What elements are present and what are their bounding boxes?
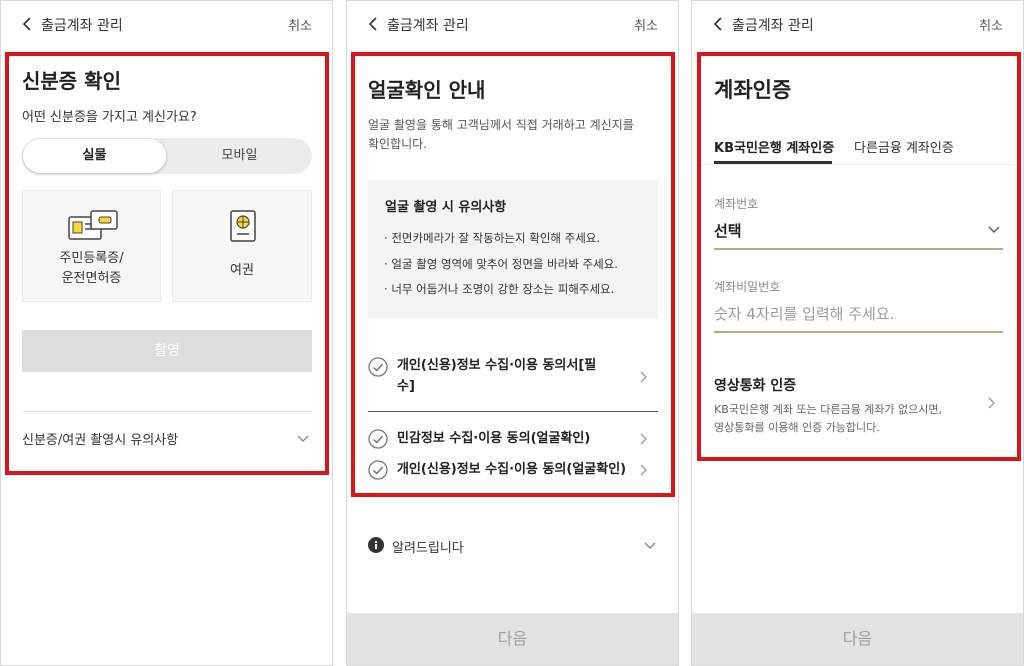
- agreement-row[interactable]: 개인(신용)정보 수집·이용 동의서[필 수]: [368, 356, 658, 401]
- tab-kb-account[interactable]: KB국민은행 계좌인증: [714, 137, 834, 156]
- tab-other-account[interactable]: 다른금융 계좌인증: [854, 137, 954, 156]
- account-number-select[interactable]: 선택: [714, 220, 742, 241]
- notice-item: · 얼굴 촬영 영역에 맞추어 정면을 바라봐 주세요.: [384, 257, 618, 271]
- panel-account-auth: 출금계좌 관리 취소 계좌인증 KB국민은행 계좌인증 다른금융 계좌인증 계좌…: [691, 0, 1024, 666]
- info-row-label[interactable]: 알려드립니다: [392, 537, 464, 556]
- top-bar-title: 출금계좌 관리: [387, 18, 469, 34]
- face-desc-line-2: 확인합니다.: [368, 137, 428, 151]
- page-title: 신분증 확인: [22, 69, 121, 93]
- account-number-label: 계좌번호: [714, 197, 759, 211]
- segment-physical[interactable]: 실물: [23, 139, 166, 173]
- back-arrow-icon[interactable]: [367, 17, 379, 31]
- top-bar-title: 출금계좌 관리: [732, 18, 814, 34]
- agreement-label: 민감정보 수집·이용 동의(얼굴확인): [397, 431, 591, 446]
- account-number-underline: [714, 248, 1003, 250]
- next-button[interactable]: 다음: [347, 613, 678, 665]
- info-icon: [368, 537, 384, 553]
- top-bar: 출금계좌 관리 취소: [692, 1, 1023, 47]
- top-bar: 출금계좌 관리 취소: [347, 1, 678, 47]
- agreement-row[interactable]: 민감정보 수집·이용 동의(얼굴확인): [368, 429, 658, 449]
- id-card-label-1: 주민등록증/: [59, 251, 124, 266]
- check-circle-icon[interactable]: [368, 460, 388, 480]
- id-card-option[interactable]: 주민등록증/ 운전면허증: [22, 190, 161, 302]
- agreement-label: 개인(신용)정보 수집·이용 동의서[필: [397, 358, 597, 373]
- agreement-label-cont: 수]: [397, 379, 415, 394]
- highlight-frame: [697, 52, 1021, 461]
- passport-label: 여권: [230, 263, 254, 278]
- passport-option[interactable]: 여권: [172, 190, 312, 302]
- check-circle-icon[interactable]: [368, 357, 388, 377]
- agreement-label: 개인(신용)정보 수집·이용 동의(얼굴확인): [397, 462, 627, 477]
- check-circle-icon[interactable]: [368, 429, 388, 449]
- notice-item: · 너무 어둡거나 조명이 강한 장소는 피해주세요.: [384, 282, 615, 296]
- cancel-button[interactable]: 취소: [288, 15, 312, 34]
- account-password-underline: [714, 331, 1003, 333]
- chevron-down-icon[interactable]: [297, 435, 309, 443]
- agreement-row[interactable]: 개인(신용)정보 수집·이용 동의(얼굴확인): [368, 460, 658, 480]
- panel-face-check: 출금계좌 관리 취소 얼굴확인 안내 얼굴 촬영을 통해 고객님께서 직접 거래…: [346, 0, 679, 666]
- video-call-title[interactable]: 영상통화 인증: [714, 375, 796, 395]
- segment-mobile[interactable]: 모바일: [167, 138, 312, 174]
- chevron-down-icon[interactable]: [644, 542, 656, 550]
- chevron-right-icon[interactable]: [640, 464, 648, 476]
- divider: [368, 411, 658, 412]
- video-call-desc-1: KB국민은행 계좌 또는 다른금융 계좌가 없으시면,: [714, 403, 943, 416]
- id-card-label-2: 운전면허증: [61, 271, 122, 286]
- top-bar: 출금계좌 관리 취소: [1, 1, 332, 47]
- id-type-segment: 실물 모바일: [22, 138, 312, 174]
- back-arrow-icon[interactable]: [21, 17, 33, 31]
- page-title: 얼굴확인 안내: [368, 78, 486, 102]
- next-button[interactable]: 다음: [692, 613, 1023, 665]
- notice-title: 얼굴 촬영 시 유의사항: [385, 196, 507, 217]
- chevron-right-icon[interactable]: [640, 433, 648, 445]
- id-card-icon: [68, 210, 118, 240]
- id-question: 어떤 신분증을 가지고 계신가요?: [22, 110, 197, 125]
- face-desc-line-1: 얼굴 촬영을 통해 고객님께서 직접 거래하고 계신지를: [368, 118, 634, 132]
- chevron-right-icon[interactable]: [640, 371, 648, 383]
- divider: [701, 164, 1017, 165]
- divider: [22, 411, 312, 412]
- passport-icon: [230, 210, 256, 242]
- top-bar-title: 출금계좌 관리: [41, 18, 123, 34]
- back-arrow-icon[interactable]: [712, 17, 724, 31]
- notice-item: · 전면카메라가 잘 작동하는지 확인해 주세요.: [384, 231, 601, 245]
- chevron-right-icon[interactable]: [988, 397, 996, 409]
- video-call-desc-2: 영상통화를 이용해 인증 가능합니다.: [714, 421, 880, 434]
- panel-id-check: 출금계좌 관리 취소 신분증 확인 어떤 신분증을 가지고 계신가요? 실물 모…: [0, 0, 333, 666]
- chevron-down-icon[interactable]: [988, 226, 1000, 234]
- account-password-input[interactable]: 숫자 4자리를 입력해 주세요.: [714, 303, 894, 324]
- account-password-label: 계좌비밀번호: [714, 280, 781, 294]
- cancel-button[interactable]: 취소: [979, 15, 1003, 34]
- capture-button[interactable]: 촬영: [22, 330, 312, 372]
- cancel-button[interactable]: 취소: [634, 15, 658, 34]
- page-title: 계좌인증: [714, 78, 792, 102]
- notice-box: 얼굴 촬영 시 유의사항 · 전면카메라가 잘 작동하는지 확인해 주세요. ·…: [368, 180, 658, 318]
- caution-row-label[interactable]: 신분증/여권 촬영시 유의사항: [22, 429, 178, 448]
